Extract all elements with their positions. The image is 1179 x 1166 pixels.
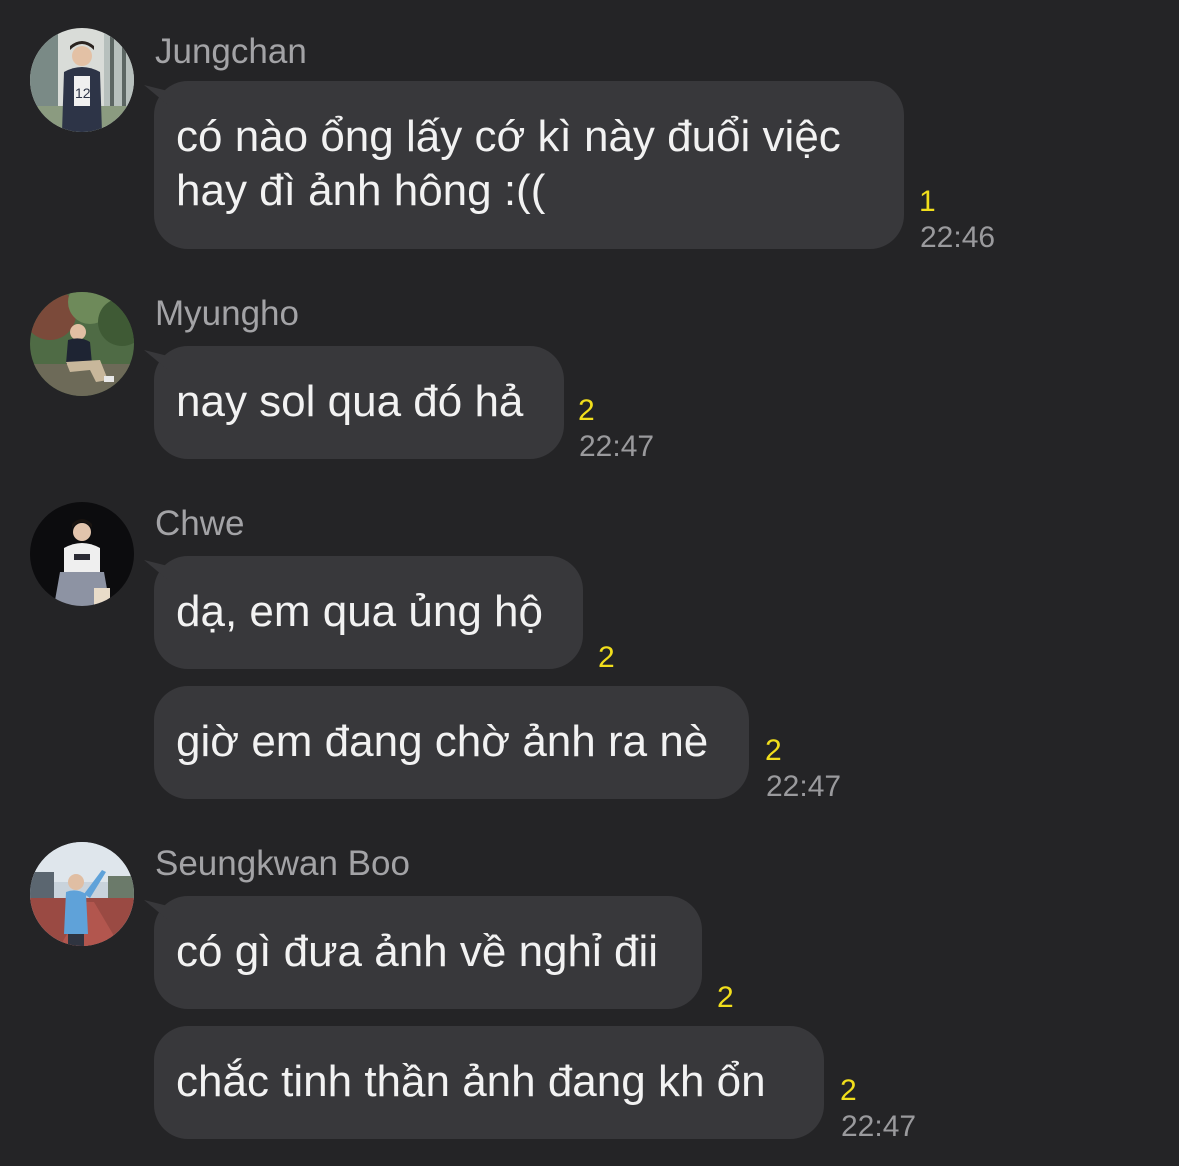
message-bubble[interactable]: chắc tinh thần ảnh đang kh ổn — [154, 1026, 824, 1139]
unread-count: 2 — [840, 1074, 857, 1107]
avatar[interactable] — [30, 502, 134, 606]
message-line: có nào ổng lấy cớ kì này đuổi việc — [176, 112, 841, 161]
message-line: chắc tinh thần ảnh đang kh ổn — [176, 1057, 766, 1106]
timestamp: 22:47 — [766, 770, 842, 803]
timestamp: 22:47 — [579, 430, 655, 463]
sender-name: Seungkwan Boo — [155, 844, 410, 883]
message-bubble[interactable]: có gì đưa ảnh về nghỉ đii — [154, 896, 702, 1009]
unread-count: 2 — [765, 734, 782, 767]
avatar-photo-icon: 12 — [30, 28, 134, 132]
message-line: nay sol qua đó hả — [176, 377, 524, 426]
unread-count: 2 — [578, 394, 595, 427]
message-line: giờ em đang chờ ảnh ra nè — [176, 717, 709, 766]
message-bubble[interactable]: nay sol qua đó hả — [154, 346, 564, 459]
avatar-photo-icon — [30, 502, 134, 606]
message-bubble[interactable]: dạ, em qua ủng hộ — [154, 556, 583, 669]
message-line: dạ, em qua ủng hộ — [176, 587, 543, 636]
avatar[interactable]: 12 — [30, 28, 134, 132]
sender-name: Jungchan — [155, 32, 307, 71]
timestamp: 22:47 — [841, 1110, 917, 1143]
sender-name: Chwe — [155, 504, 245, 543]
unread-count: 1 — [919, 185, 936, 218]
message-line: hay đì ảnh hông :(( — [176, 166, 546, 215]
message-line: có gì đưa ảnh về nghỉ đii — [176, 927, 659, 976]
avatar-photo-icon — [30, 292, 134, 396]
unread-count: 2 — [717, 981, 734, 1014]
sender-name: Myungho — [155, 294, 299, 333]
avatar-photo-icon — [30, 842, 134, 946]
unread-count: 2 — [598, 641, 615, 674]
message-bubble[interactable]: giờ em đang chờ ảnh ra nè — [154, 686, 749, 799]
timestamp: 22:46 — [920, 221, 996, 254]
avatar[interactable] — [30, 292, 134, 396]
message-bubble[interactable]: có nào ổng lấy cớ kì này đuổi việc hay đ… — [154, 81, 904, 249]
svg-text:12: 12 — [75, 85, 91, 101]
avatar[interactable] — [30, 842, 134, 946]
